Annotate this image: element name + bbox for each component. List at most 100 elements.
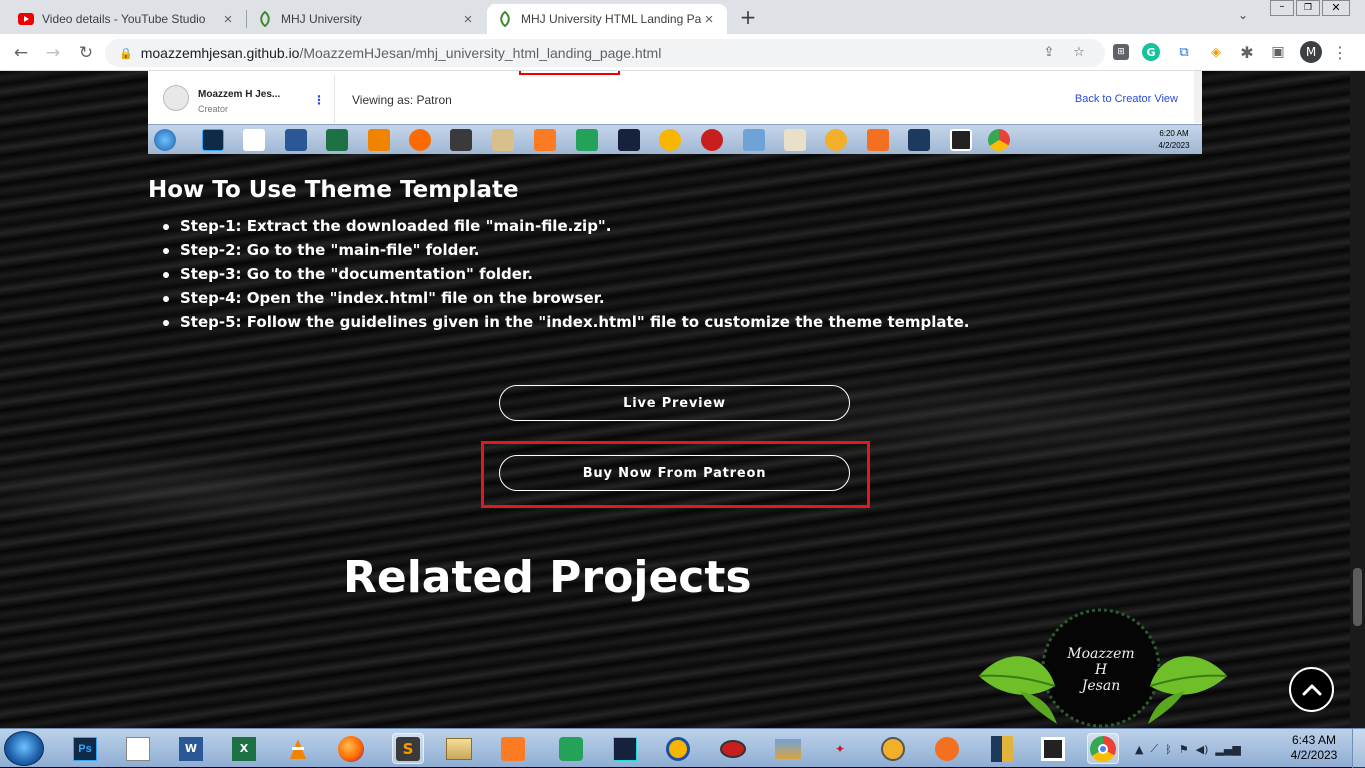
youtube-icon: [18, 11, 34, 27]
word-taskbar-button[interactable]: W: [175, 733, 207, 764]
home-app-taskbar-button[interactable]: [555, 733, 587, 764]
photos-taskbar-button[interactable]: [772, 733, 804, 764]
window-controls: – ❐ ✕: [1270, 0, 1350, 18]
embedded-scrollbar: [1194, 71, 1202, 123]
reload-icon[interactable]: ↻: [73, 40, 99, 66]
close-tab-icon[interactable]: ×: [220, 11, 236, 28]
profile-avatar[interactable]: M: [1300, 41, 1322, 63]
translate-icon[interactable]: ⧉: [1174, 42, 1194, 62]
excel-icon: [326, 129, 348, 151]
photoshop-icon: [202, 129, 224, 151]
chevron-up-icon: [1302, 684, 1321, 695]
divider: [334, 75, 335, 123]
chrome-taskbar-button[interactable]: [1087, 733, 1119, 764]
archive-taskbar-button[interactable]: [986, 733, 1018, 764]
bengali-app-taskbar-button[interactable]: ✦: [824, 733, 856, 764]
related-projects-heading: Related Projects: [343, 552, 752, 603]
logo-line: Moazzem: [1067, 646, 1135, 662]
address-bar[interactable]: 🔒 moazzemhjesan.github.io/MoazzemHJesan/…: [105, 39, 1105, 67]
photoshop-taskbar-button[interactable]: Ps: [69, 733, 101, 764]
vlc-icon: [290, 738, 306, 759]
close-tab-icon[interactable]: ×: [460, 11, 476, 28]
firefox-icon: [338, 735, 364, 762]
home-app-icon: [576, 129, 598, 151]
tray-expand-icon[interactable]: ▲: [1135, 743, 1143, 756]
eye-app-taskbar-button[interactable]: [717, 733, 749, 764]
extension-icon[interactable]: ⊞: [1113, 44, 1129, 60]
back-arrow-icon[interactable]: ←: [8, 40, 34, 66]
bluetooth-icon[interactable]: ᛒ: [1165, 743, 1172, 756]
page-scrollbar[interactable]: [1350, 71, 1365, 728]
file-explorer-taskbar-button[interactable]: [443, 733, 475, 764]
side-panel-icon[interactable]: ▣: [1268, 42, 1288, 62]
leaf-logo-icon: [497, 11, 513, 27]
pen-icon[interactable]: ⟋: [1150, 742, 1158, 756]
logo-line: H: [1094, 662, 1108, 678]
buy-now-patreon-button[interactable]: Buy Now From Patreon: [499, 455, 850, 491]
headphones-icon: [659, 129, 681, 151]
media-player-taskbar-button[interactable]: [609, 733, 641, 764]
new-tab-button[interactable]: +: [737, 5, 759, 29]
media-player-icon: [613, 736, 637, 761]
xampp-taskbar-button[interactable]: [497, 733, 529, 764]
close-tab-icon[interactable]: ×: [701, 11, 717, 28]
creator-avatar: [163, 85, 189, 111]
forward-arrow-icon[interactable]: →: [40, 40, 66, 66]
tab-youtube-studio[interactable]: Video details - YouTube Studio ×: [8, 4, 246, 34]
excel-taskbar-button[interactable]: X: [228, 733, 260, 764]
headphones-icon: [666, 736, 690, 761]
vlc-taskbar-button[interactable]: [282, 733, 314, 764]
cursor-tool-taskbar-button[interactable]: [122, 733, 154, 764]
scroll-to-top-button[interactable]: [1289, 667, 1334, 712]
scrollbar-thumb[interactable]: [1353, 568, 1362, 626]
grammarly-icon[interactable]: G: [1142, 43, 1160, 61]
page-viewport: Moazzem H Jes... Creator ⋮ Viewing as: P…: [0, 71, 1350, 728]
clock-time: 6:43 AM: [1291, 733, 1337, 747]
bookmark-star-icon[interactable]: ☆: [1069, 42, 1089, 62]
share-icon[interactable]: ⇪: [1039, 42, 1059, 62]
embedded-clock: 6:20 AM 4/2/2023: [1152, 128, 1196, 152]
tab-mhj-landing-page[interactable]: MHJ University HTML Landing Pa ×: [487, 4, 727, 34]
audio-app-taskbar-button[interactable]: [662, 733, 694, 764]
cursor-tool-icon: [126, 736, 150, 761]
more-menu-icon[interactable]: ⋮: [1330, 42, 1350, 62]
restore-icon[interactable]: ❐: [1296, 0, 1320, 16]
close-window-icon[interactable]: ✕: [1322, 0, 1350, 16]
sublime-taskbar-button[interactable]: S: [392, 733, 424, 764]
taskbar-clock[interactable]: 6:43 AM 4/2/2023: [1281, 733, 1347, 763]
folder-icon: [446, 737, 472, 760]
volume-icon[interactable]: ◀): [1196, 743, 1209, 756]
shield-extension-icon[interactable]: ◈: [1206, 42, 1226, 62]
xampp-icon: [534, 129, 556, 151]
recorder-icon: [935, 736, 959, 761]
clock-date: 4/2/2023: [1290, 748, 1338, 762]
howto-heading: How To Use Theme Template: [148, 177, 519, 203]
signal-icon[interactable]: ▂▄▆: [1215, 743, 1240, 756]
minimize-icon[interactable]: –: [1270, 0, 1294, 16]
show-desktop-button[interactable]: [1352, 729, 1365, 768]
tab-search-icon[interactable]: ⌄: [1238, 8, 1248, 22]
archive-icon: [908, 129, 930, 151]
flag-icon[interactable]: ⚑: [1179, 743, 1189, 756]
firefox-taskbar-button[interactable]: [335, 733, 367, 764]
logo-text: Moazzem H Jesan: [1041, 646, 1161, 694]
file-explorer-icon: [492, 129, 514, 151]
step-item: Step-1: Extract the downloaded file "mai…: [163, 214, 970, 238]
browser-toolbar: ← → ↻ 🔒 moazzemhjesan.github.io/MoazzemH…: [0, 34, 1365, 71]
xampp-icon: [501, 736, 525, 761]
word-icon: [285, 129, 307, 151]
recorder-taskbar-button[interactable]: [931, 733, 963, 764]
tab-mhj-university[interactable]: MHJ University ×: [247, 4, 486, 34]
bracket-app-icon: [950, 129, 972, 151]
photos-icon: [743, 129, 765, 151]
tab-title: MHJ University HTML Landing Pa: [521, 12, 701, 26]
start-button[interactable]: [4, 731, 44, 766]
vpn-taskbar-button[interactable]: [877, 733, 909, 764]
extensions-puzzle-icon[interactable]: ✱: [1237, 42, 1257, 62]
live-preview-button[interactable]: Live Preview: [499, 385, 850, 421]
bengali-app-icon: ✦: [834, 741, 846, 756]
bracket-app-taskbar-button[interactable]: [1037, 733, 1069, 764]
step-item: Step-4: Open the "index.html" file on th…: [163, 286, 970, 310]
url-path: /MoazzemHJesan/mhj_university_html_landi…: [299, 45, 662, 61]
system-tray: ▲ ⟋ ᛒ ⚑ ◀) ▂▄▆: [1135, 737, 1241, 761]
